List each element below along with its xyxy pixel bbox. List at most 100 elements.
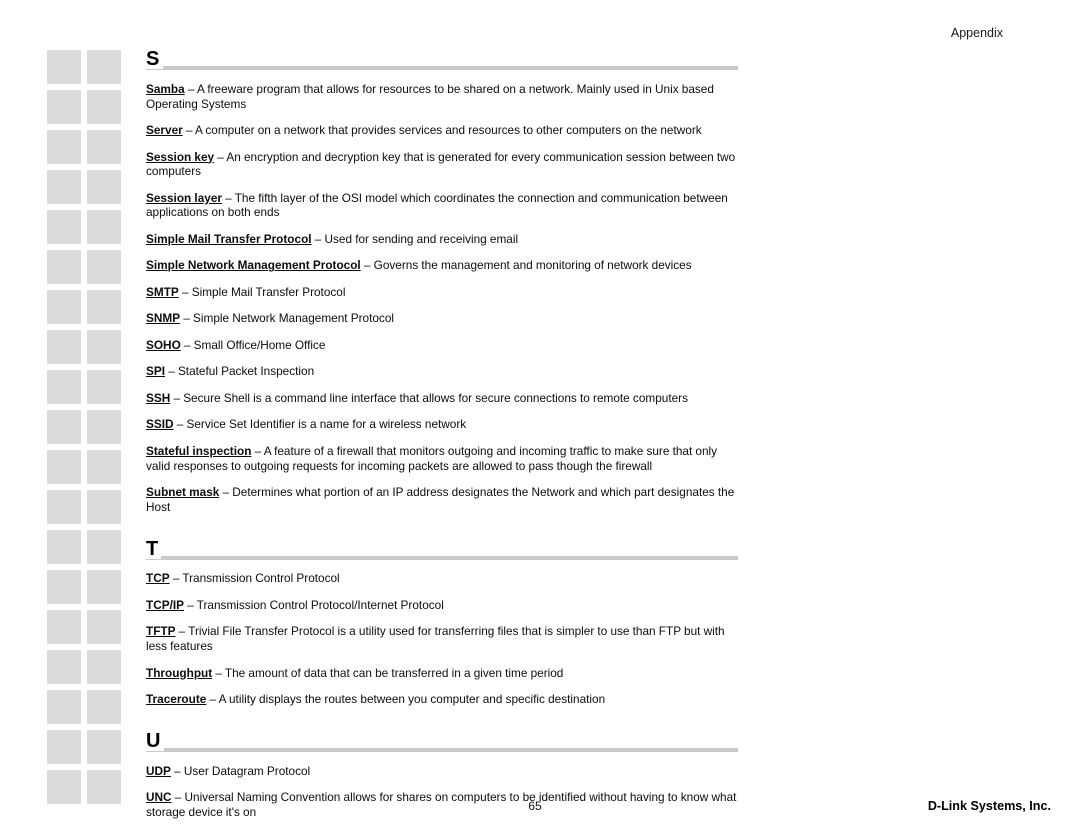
glossary-definition: Simple Mail Transfer Protocol [191,284,346,299]
header-title: Appendix [950,26,1003,40]
thumbnail-cell[interactable] [47,330,81,364]
section-letter: T [146,538,162,559]
glossary-entry: Session layer – The fifth layer of the O… [146,191,738,220]
term-separator: – [165,364,178,379]
term-separator: – [360,258,374,273]
section-heading: S [146,44,738,70]
section-heading: T [146,534,738,560]
glossary-definition: An encryption and decryption key that is… [146,149,736,179]
glossary-term: TCP [146,571,170,586]
glossary-definition: Service Set Identifier is a name for a w… [186,417,467,432]
glossary-entry: Samba – A freeware program that allows f… [146,82,738,111]
thumbnail-cell[interactable] [47,290,81,324]
thumbnail-cell[interactable] [87,50,121,84]
thumbnail-cell[interactable] [87,490,121,524]
glossary-entry: SNMP – Simple Network Management Protoco… [146,311,738,326]
glossary-entry: UDP – User Datagram Protocol [146,764,738,779]
thumbnail-cell[interactable] [87,250,121,284]
glossary-term: Samba [146,81,185,96]
glossary-definition: Transmission Control Protocol [182,571,340,586]
glossary-term: SNMP [146,311,181,326]
thumbnail-cell[interactable] [87,370,121,404]
thumbnail-cell[interactable] [47,570,81,604]
term-separator: – [175,624,189,639]
thumbnail-cell[interactable] [87,610,121,644]
term-separator: – [173,417,187,432]
glossary-definition: The amount of data that can be transferr… [224,665,564,680]
term-separator: – [170,390,184,405]
thumbnail-cell[interactable] [47,730,81,764]
glossary-entry: SSH – Secure Shell is a command line int… [146,391,738,406]
glossary-section-t: T TCP – Transmission Control Protocol TCP/… [146,534,738,707]
glossary-term: SSH [146,390,171,405]
thumbnail-cell[interactable] [47,210,81,244]
page-footer: 65 D-Link Systems, Inc. [0,798,1080,816]
glossary-term: Simple Network Management Protocol [146,258,361,273]
thumbnail-cell[interactable] [47,610,81,644]
thumbnail-cell[interactable] [47,130,81,164]
glossary-definition: Governs the management and monitoring of… [373,258,692,273]
term-separator: – [219,485,233,500]
thumbnail-cell[interactable] [87,170,121,204]
glossary-term: TCP/IP [146,597,185,612]
term-separator: – [206,692,219,707]
thumbnail-cell[interactable] [87,330,121,364]
thumbnail-cell[interactable] [47,250,81,284]
footer-company-name: D-Link Systems, Inc. [927,799,1051,813]
thumbnail-cell[interactable] [47,50,81,84]
glossary-term: SOHO [146,337,181,352]
thumbnail-cell[interactable] [87,90,121,124]
glossary-term: Session layer [146,190,222,205]
glossary-entry: SPI – Stateful Packet Inspection [146,364,738,379]
section-letter: U [146,730,164,751]
term-separator: – [214,149,227,164]
glossary-definition: Used for sending and receiving email [324,231,519,246]
glossary-section-s: S Samba – A freeware program that allows … [146,44,738,515]
glossary-term: Throughput [146,665,213,680]
thumbnail-cell[interactable] [47,450,81,484]
glossary-entry: Session key – An encryption and decrypti… [146,150,738,179]
glossary-entry: SSID – Service Set Identifier is a name … [146,417,738,432]
glossary-definition: Small Office/Home Office [193,337,326,352]
glossary-entry: TCP/IP – Transmission Control Protocol/I… [146,598,738,613]
thumbnail-cell[interactable] [47,90,81,124]
thumbnail-cell[interactable] [87,730,121,764]
term-separator: – [178,284,192,299]
glossary-definition: A freeware program that allows for resou… [146,81,714,111]
term-separator: – [180,337,194,352]
thumbnail-cell[interactable] [47,410,81,444]
term-separator: – [170,763,184,778]
term-separator: – [251,443,264,458]
thumbnail-cell[interactable] [47,650,81,684]
thumbnail-cell[interactable] [87,690,121,724]
thumbnail-cell[interactable] [87,410,121,444]
term-separator: – [184,81,197,96]
glossary-definition: Transmission Control Protocol/Internet P… [196,597,444,612]
thumbnail-cell[interactable] [87,290,121,324]
thumbnail-cell[interactable] [47,490,81,524]
section-divider [146,66,738,70]
glossary-term: Server [146,123,183,137]
thumbnail-cell[interactable] [47,370,81,404]
glossary-term: Traceroute [146,692,207,707]
thumbnail-cell[interactable] [87,530,121,564]
thumbnail-cell[interactable] [87,450,121,484]
thumbnail-column-right [87,50,121,810]
glossary-definition: A computer on a network that provides se… [195,123,702,137]
thumbnail-cell[interactable] [87,650,121,684]
term-separator: – [311,231,325,246]
thumbnail-rail [47,50,123,810]
glossary-definition: A utility displays the routes between yo… [218,692,606,707]
thumbnail-cell[interactable] [47,690,81,724]
glossary-term: Session key [146,149,215,164]
thumbnail-cell[interactable] [47,530,81,564]
glossary-entry: TFTP – Trivial File Transfer Protocol is… [146,624,738,653]
glossary-entry: TCP – Transmission Control Protocol [146,571,738,586]
section-divider [146,555,738,560]
thumbnail-cell[interactable] [47,170,81,204]
term-separator: – [221,190,235,205]
thumbnail-cell[interactable] [87,130,121,164]
thumbnail-cell[interactable] [87,210,121,244]
thumbnail-cell[interactable] [87,570,121,604]
term-separator: – [182,123,195,137]
